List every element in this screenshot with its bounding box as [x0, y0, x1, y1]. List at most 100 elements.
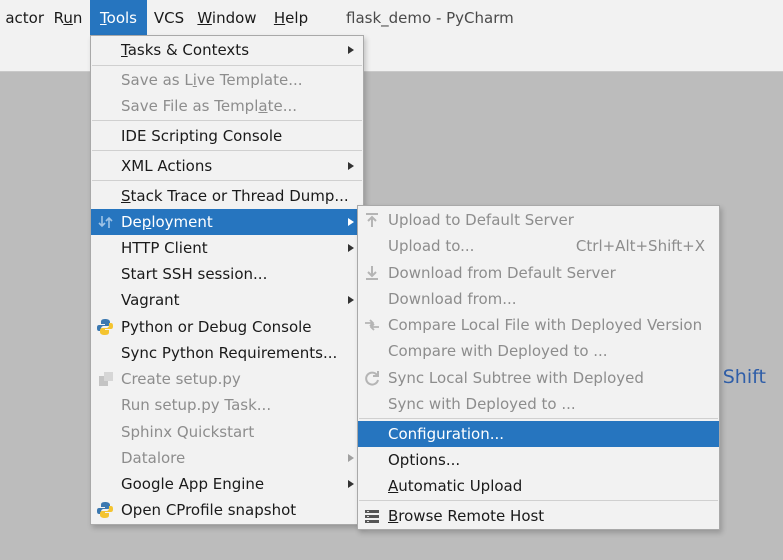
menu-help[interactable]: Help [269, 0, 313, 37]
menu-item-start-ssh[interactable]: Start SSH session... [91, 261, 363, 287]
menu-label: ools [106, 9, 137, 27]
mnemonic: B [388, 507, 399, 525]
menu-item-sync-requirements[interactable]: Sync Python Requirements... [91, 340, 363, 366]
menu-item-open-cprofile[interactable]: Open CProfile snapshot [91, 497, 363, 523]
item-label: De [121, 213, 142, 231]
menu-label: elp [285, 9, 309, 27]
menu-refactor[interactable]: actor [0, 0, 44, 37]
menu-item-options[interactable]: Options... [358, 447, 719, 473]
menu-item-compare-deployed-to: Compare with Deployed to ... [358, 338, 719, 364]
item-label: ve Template... [196, 71, 303, 89]
item-label: Start SSH session... [121, 265, 268, 283]
item-label: XML Actions [121, 157, 213, 175]
menu-item-tasks-contexts[interactable]: Tasks & Contexts [91, 37, 363, 63]
menu-item-compare-local: Compare Local File with Deployed Version [358, 312, 719, 338]
menu-item-google-app-engine[interactable]: Google App Engine [91, 471, 363, 497]
item-label: HTTP Client [121, 239, 208, 257]
submenu-arrow-icon [348, 46, 354, 54]
item-label: Open CProfile snapshot [121, 501, 297, 519]
item-label: Options... [388, 451, 461, 469]
separator [92, 65, 362, 66]
upload-arrow-icon [363, 211, 381, 229]
submenu-arrow-icon [348, 218, 354, 226]
separator [92, 150, 362, 151]
item-label: Google App Engine [121, 475, 265, 493]
separator [359, 500, 718, 501]
item-label: Upload to... [388, 237, 475, 255]
menu-item-create-setup: Create setup.py [91, 366, 363, 392]
item-label: te... [267, 97, 297, 115]
menu-window[interactable]: Window [192, 0, 262, 37]
submenu-arrow-icon [348, 454, 354, 462]
item-label: Python or Debug Console [121, 318, 312, 336]
menu-item-xml-actions[interactable]: XML Actions [91, 153, 363, 179]
item-label: Vagrant [121, 291, 180, 309]
separator [359, 418, 718, 419]
item-label: Sync Python Requirements... [121, 344, 338, 362]
mnemonic: T [121, 41, 128, 59]
menu-item-vagrant[interactable]: Vagrant [91, 287, 363, 313]
submenu-arrow-icon [348, 244, 354, 252]
item-label: Save File as Templ [121, 97, 259, 115]
deployment-arrows-icon [97, 213, 115, 231]
submenu-arrow-icon [348, 296, 354, 304]
sync-icon [363, 369, 381, 387]
item-label: Sync Local Subtree with Deployed [388, 369, 644, 387]
item-label: Sphinx Quickstart [121, 423, 255, 441]
submenu-arrow-icon [348, 162, 354, 170]
item-label: Download from... [388, 290, 517, 308]
mnemonic: S [121, 187, 131, 205]
menu-item-python-console[interactable]: Python or Debug Console [91, 314, 363, 340]
separator [92, 180, 362, 181]
item-label: Compare with Deployed to ... [388, 342, 608, 360]
mnemonic: a [258, 97, 268, 115]
python-logo-icon [96, 318, 114, 336]
python-logo-icon [96, 501, 114, 519]
menu-item-browse-remote-host[interactable]: Browse Remote Host [358, 503, 719, 529]
setup-package-icon [97, 370, 115, 388]
menu-item-upload-to: Upload to... Ctrl+Alt+Shift+X [358, 233, 719, 259]
separator [92, 120, 362, 121]
menu-item-deployment[interactable]: Deployment [91, 209, 363, 235]
window-title: flask_demo - PyCharm [346, 9, 514, 27]
menu-tools[interactable]: Tools [90, 0, 147, 37]
item-label: rowse Remote Host [398, 507, 545, 525]
mnemonic: A [388, 477, 399, 495]
menu-item-stack-trace[interactable]: Stack Trace or Thread Dump... [91, 183, 363, 209]
item-label: Create setup.py [121, 370, 241, 388]
menu-run[interactable]: Run [50, 0, 86, 37]
menu-label: indow [211, 9, 257, 27]
item-label: Sync with Deployed to ... [388, 395, 576, 413]
menu-label: actor [5, 9, 44, 27]
download-arrow-icon [363, 264, 381, 282]
menu-item-automatic-upload[interactable]: Automatic Upload [358, 473, 719, 499]
menu-item-save-live-template: Save as Live Template... [91, 67, 363, 93]
item-label: asks & Contexts [127, 41, 250, 59]
item-label: Run setup.py Task... [121, 396, 272, 414]
menu-mnemonic: W [197, 9, 212, 27]
menu-mnemonic: u [63, 9, 73, 27]
menu-item-run-setup-task: Run setup.py Task... [91, 392, 363, 418]
menu-item-ide-scripting-console[interactable]: IDE Scripting Console [91, 123, 363, 149]
item-label: loyment [151, 213, 213, 231]
menu-item-sphinx-quickstart: Sphinx Quickstart [91, 419, 363, 445]
item-label: Upload to Default Server [388, 211, 574, 229]
menu-label: VCS [153, 9, 185, 27]
server-list-icon [363, 507, 381, 525]
shortcut-label: Ctrl+Alt+Shift+X [575, 237, 705, 255]
menu-item-http-client[interactable]: HTTP Client [91, 235, 363, 261]
tools-menu: Tasks & Contexts Save as Live Template..… [90, 35, 364, 525]
menu-bar: actor Run Tools VCS Window Help flask_de… [0, 0, 783, 38]
deployment-submenu: Upload to Default Server Upload to... Ct… [357, 205, 720, 530]
menu-item-save-file-template: Save File as Template... [91, 93, 363, 119]
item-label: Download from Default Server [388, 264, 616, 282]
menu-vcs[interactable]: VCS [150, 0, 188, 37]
menu-item-upload-default: Upload to Default Server [358, 207, 719, 233]
menu-item-configuration[interactable]: Configuration... [358, 421, 719, 447]
item-label: utomatic Upload [398, 477, 523, 495]
item-label: Configuration... [388, 425, 505, 443]
item-label: tack Trace or Thread Dump... [130, 187, 349, 205]
menu-mnemonic: T [100, 9, 107, 27]
menu-item-download-default: Download from Default Server [358, 260, 719, 286]
submenu-arrow-icon [348, 480, 354, 488]
